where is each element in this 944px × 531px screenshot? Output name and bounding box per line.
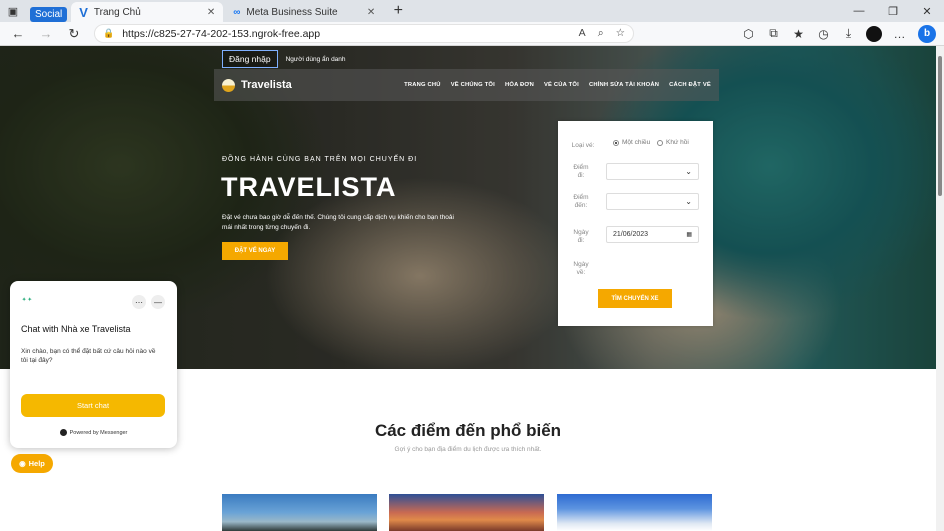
window-menu-icon[interactable]: ▣ [0, 0, 26, 22]
messenger-icon [59, 429, 67, 436]
nav-item-hoa-don[interactable]: HÓA ĐƠN [505, 82, 534, 88]
from-select[interactable]: ⌄ [606, 163, 699, 180]
address-bar-row: ← → ↻ 🔒 https://c825-27-74-202-153.ngrok… [0, 22, 944, 46]
messenger-icon: ◉ [19, 459, 26, 468]
nav-menu: TRANG CHỦ VỀ CHÚNG TÔI HÓA ĐƠN VÉ CỦA TÔ… [404, 82, 711, 88]
tab-trang-chu[interactable]: V Trang Chủ ✕ [71, 2, 224, 22]
lock-icon[interactable]: 🔒 [103, 28, 114, 39]
round-trip-radio[interactable]: Khứ hồi [657, 139, 689, 146]
ticket-type-label: Loại vé: [571, 142, 595, 149]
more-options-icon[interactable]: ⋯ [132, 295, 146, 309]
minimize-chat-icon[interactable]: — [151, 295, 165, 309]
page-scrollbar[interactable] [936, 46, 944, 531]
url-text: https://c825-27-74-202-153.ngrok-free.ap… [122, 27, 321, 40]
minimize-icon[interactable]: — [842, 0, 876, 22]
hero-title: TRAVELISTA [221, 172, 397, 202]
anonymous-user-label: Người dùng ẩn danh [285, 55, 346, 63]
bing-copilot-icon[interactable]: b [918, 24, 936, 43]
nav-item-trang-chu[interactable]: TRANG CHỦ [404, 82, 441, 88]
favorites-icon[interactable]: ★ [786, 27, 811, 41]
url-field[interactable]: 🔒 https://c825-27-74-202-153.ngrok-free.… [94, 24, 634, 43]
book-now-button[interactable]: ĐẶT VÉ NGAY [222, 242, 288, 260]
help-label: Help [28, 459, 45, 468]
sun-logo-icon [222, 78, 235, 92]
favorite-star-icon[interactable]: ☆ [616, 27, 625, 40]
messenger-chat-widget: ✦ ✦ ⋯ — Chat with Nhà xe Travelista Xin … [10, 281, 177, 448]
tab-title: Trang Chủ [93, 6, 141, 18]
nav-item-ve-cua-toi[interactable]: VÉ CỦA TÔI [544, 82, 579, 88]
depart-date-input[interactable]: 21/06/2023 ▦ [606, 226, 699, 243]
radio-selected-icon [613, 139, 619, 146]
one-way-label: Một chiều [622, 139, 651, 146]
read-aloud-icon[interactable]: A [579, 27, 586, 40]
nav-item-ve-chung-toi[interactable]: VỀ CHÚNG TÔI [451, 82, 495, 88]
nav-item-cach-dat-ve[interactable]: CÁCH ĐẶT VÉ [669, 82, 711, 88]
to-label: Điểm đến: [573, 194, 589, 209]
tab-title: Meta Business Suite [246, 6, 338, 18]
nav-item-chinh-sua-tai-khoan[interactable]: CHỈNH SỬA TÀI KHOẢN [589, 82, 659, 88]
chevron-down-icon: ⌄ [685, 167, 692, 176]
login-button[interactable]: Đăng nhập [222, 50, 278, 68]
browser-tab-strip: ▣ Social V Trang Chủ ✕ ∞ Meta Business S… [0, 0, 944, 22]
download-icon[interactable]: ⤓ [836, 26, 861, 41]
depart-date-label: Ngày đi: [573, 229, 589, 244]
close-icon[interactable]: ✕ [207, 7, 215, 18]
main-navbar: Travelista TRANG CHỦ VỀ CHÚNG TÔI HÓA ĐƠ… [214, 69, 719, 101]
chat-greeting: Xin chào, bạn có thể đặt bất cứ câu hỏi … [21, 348, 156, 364]
one-way-radio[interactable]: Một chiều [613, 139, 650, 146]
destination-card[interactable] [389, 494, 544, 531]
chevron-down-icon: ⌄ [685, 197, 692, 206]
avatar[interactable] [866, 25, 882, 42]
depart-date-value: 21/06/2023 [613, 231, 649, 238]
reload-icon[interactable]: ↻ [60, 26, 88, 42]
help-button[interactable]: ◉ Help [11, 454, 53, 473]
scrollbar-thumb[interactable] [938, 56, 942, 196]
new-tab-icon[interactable]: + [385, 0, 411, 22]
chat-title: Chat with Nhà xe Travelista [21, 324, 131, 334]
start-chat-button[interactable]: Start chat [21, 394, 165, 417]
brand-name: Travelista [241, 79, 292, 91]
zoom-icon[interactable]: ⌕ [598, 27, 604, 40]
powered-text: Powered by Messenger [69, 429, 128, 436]
back-icon[interactable]: ← [4, 26, 32, 41]
hero-description: Đặt vé chưa bao giờ dễ đến thế. Chúng tô… [222, 214, 454, 231]
extensions-icon[interactable]: ⬡ [736, 27, 761, 41]
split-screen-icon[interactable]: ⧉ [761, 26, 786, 41]
more-icon[interactable]: … [887, 27, 912, 41]
search-trips-button[interactable]: TÌM CHUYẾN XE [598, 289, 672, 308]
radio-empty-icon [657, 139, 663, 146]
login-row: Đăng nhập Người dùng ẩn danh [222, 50, 346, 68]
maximize-icon[interactable]: ❐ [876, 0, 910, 22]
brand-logo[interactable]: Travelista [222, 78, 292, 92]
history-icon[interactable]: ◷ [811, 27, 836, 41]
forward-icon[interactable]: → [32, 26, 60, 41]
return-date-label: Ngày về: [573, 261, 589, 276]
hero-eyebrow: ĐỒNG HÀNH CÙNG BẠN TRÊN MỌI CHUYẾN ĐI [222, 156, 418, 163]
destination-card[interactable] [222, 494, 377, 531]
booking-form: Loại vé: Một chiều Khứ hồi Điểm đi: ⌄ Đi… [558, 121, 713, 326]
meta-icon: ∞ [233, 6, 241, 18]
travelista-chat-logo-icon: ✦ ✦ [22, 297, 32, 303]
to-select[interactable]: ⌄ [606, 193, 699, 210]
close-icon[interactable]: ✕ [367, 7, 375, 18]
close-window-icon[interactable]: ✕ [910, 0, 944, 22]
tab-meta-business-suite[interactable]: ∞ Meta Business Suite ✕ [225, 2, 383, 22]
v-icon: V [79, 4, 88, 20]
social-badge[interactable]: Social [30, 7, 68, 22]
round-trip-label: Khứ hồi [666, 139, 689, 146]
calendar-icon[interactable]: ▦ [686, 231, 692, 238]
destination-card[interactable] [557, 494, 712, 531]
from-label: Điểm đi: [573, 164, 589, 179]
powered-by-messenger: Powered by Messenger [10, 429, 177, 436]
